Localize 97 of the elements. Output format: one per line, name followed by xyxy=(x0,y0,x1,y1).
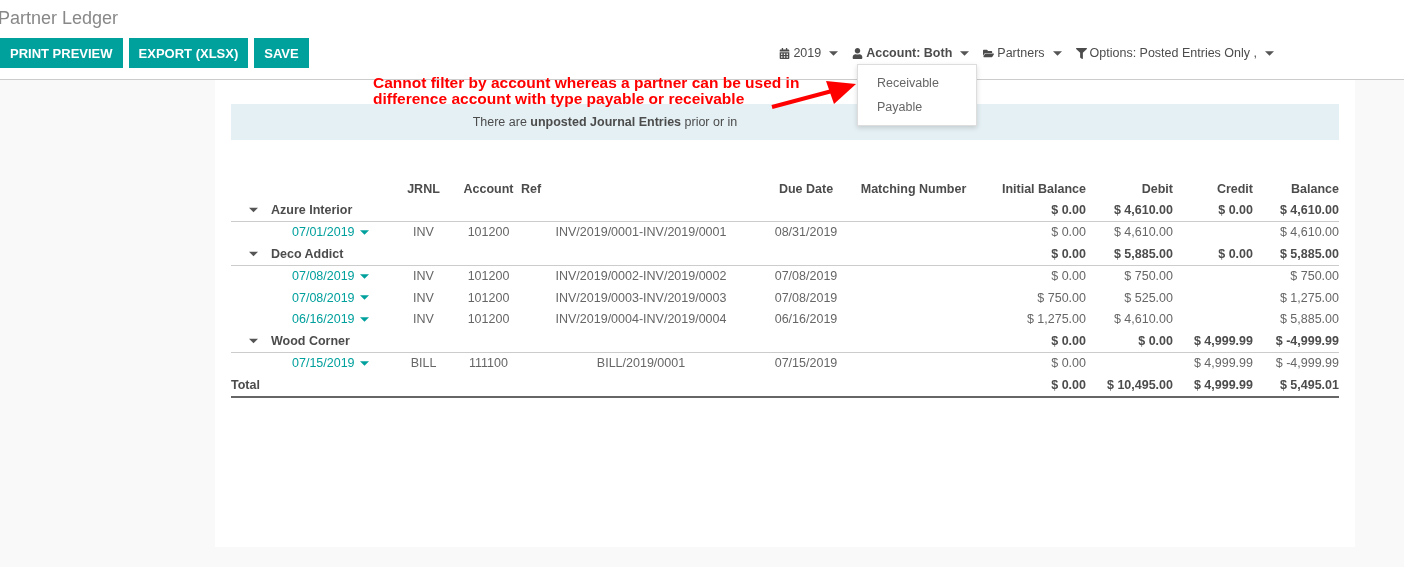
caret-icon xyxy=(359,295,369,301)
amount: $ 4,610.00 xyxy=(1113,225,1173,240)
amount: $ 0.00 xyxy=(1138,333,1173,348)
amount: $ 10,495.00 xyxy=(1106,377,1173,392)
column-header: JRNL xyxy=(407,181,440,196)
page-title: Partner Ledger xyxy=(0,7,120,30)
toolbar-button[interactable]: EXPORT (XLSX) xyxy=(128,38,249,68)
table-cell: 07/08/2019 xyxy=(774,269,838,284)
amount: $ 4,999.99 xyxy=(1193,333,1253,348)
date-link[interactable]: 07/15/2019 xyxy=(292,356,369,371)
column-header: Matching Number xyxy=(860,181,967,196)
column-header: Initial Balance xyxy=(1001,181,1086,196)
amount: $ 0.00 xyxy=(1051,202,1086,217)
amount: $ 5,885.00 xyxy=(1279,246,1339,261)
table-cell: 101200 xyxy=(467,290,510,305)
table-cell: 07/08/2019 xyxy=(774,290,838,305)
filter-dropdown[interactable]: Partners xyxy=(983,42,1062,64)
amount: $ 0.00 xyxy=(1051,333,1086,348)
amount: $ 0.00 xyxy=(1051,377,1086,392)
amount: $ 750.00 xyxy=(1290,269,1339,284)
partner-name[interactable]: Azure Interior xyxy=(271,202,353,217)
caret-icon xyxy=(829,50,839,56)
total-label: Total xyxy=(231,377,260,392)
date-link[interactable]: 07/08/2019 xyxy=(292,290,369,305)
folder-icon xyxy=(983,47,995,59)
column-header: Debit xyxy=(1141,181,1173,196)
table-cell: INV/2019/0001-INV/2019/0001 xyxy=(555,225,727,240)
menu-item[interactable]: Receivable xyxy=(858,71,976,95)
amount: $ 0.00 xyxy=(1051,356,1086,371)
caret-icon xyxy=(1052,50,1062,56)
caret-icon xyxy=(960,50,970,56)
partner-name[interactable]: Wood Corner xyxy=(271,333,350,348)
date-link[interactable]: 07/08/2019 xyxy=(292,269,369,284)
caret-down-icon[interactable] xyxy=(249,336,258,345)
table-cell: INV/2019/0002-INV/2019/0002 xyxy=(555,269,727,284)
amount: $ -4,999.99 xyxy=(1275,356,1339,371)
column-header: Credit xyxy=(1216,181,1253,196)
table-cell: INV xyxy=(413,269,434,284)
caret-icon xyxy=(1265,50,1274,56)
amount: $ 4,610.00 xyxy=(1279,225,1339,240)
table-cell: 101200 xyxy=(467,312,510,327)
filter-icon xyxy=(1075,47,1087,59)
amount: $ 1,275.00 xyxy=(1279,290,1339,305)
table-cell: 07/15/2019 xyxy=(774,356,838,371)
amount: $ 1,275.00 xyxy=(1026,312,1086,327)
caret-icon xyxy=(359,316,369,322)
caret-icon xyxy=(359,229,369,235)
caret-icon xyxy=(359,360,369,366)
annotation-text: Cannot filter by account whereas a partner can be used in difference account with type payable or receivable xyxy=(373,75,800,107)
amount: $ 4,999.99 xyxy=(1193,377,1253,392)
filter-dropdown[interactable]: Options: Posted Entries Only , xyxy=(1075,42,1274,64)
caret-down-icon[interactable] xyxy=(249,205,258,214)
amount: $ 0.00 xyxy=(1051,269,1086,284)
table-cell: INV/2019/0004-INV/2019/0004 xyxy=(555,312,727,327)
toolbar-button[interactable]: SAVE xyxy=(254,38,309,68)
amount: $ 4,610.00 xyxy=(1113,202,1173,217)
amount: $ -4,999.99 xyxy=(1275,333,1339,348)
amount: $ 5,885.00 xyxy=(1113,246,1173,261)
amount: $ 4,610.00 xyxy=(1279,202,1339,217)
amount: $ 750.00 xyxy=(1037,290,1086,305)
table-cell: BILL xyxy=(410,356,437,371)
table-cell: 08/31/2019 xyxy=(774,225,838,240)
toolbar-button[interactable]: PRINT PREVIEW xyxy=(0,38,123,68)
table-cell: BILL/2019/0001 xyxy=(596,356,686,371)
table-cell: 111100 xyxy=(469,356,508,371)
amount: $ 5,885.00 xyxy=(1279,312,1339,327)
date-link[interactable]: 06/16/2019 xyxy=(292,312,369,327)
table-cell: INV xyxy=(413,225,434,240)
date-link[interactable]: 07/01/2019 xyxy=(292,225,369,240)
filter-dropdown[interactable]: Account: Both xyxy=(852,42,970,64)
menu-item[interactable]: Payable xyxy=(858,95,976,119)
amount: $ 750.00 xyxy=(1124,269,1173,284)
amount: $ 0.00 xyxy=(1051,246,1086,261)
amount: $ 4,999.99 xyxy=(1193,356,1253,371)
caret-down-icon[interactable] xyxy=(249,249,258,258)
amount: $ 5,495.01 xyxy=(1279,377,1339,392)
amount: $ 525.00 xyxy=(1124,290,1173,305)
table-cell: 101200 xyxy=(467,225,510,240)
table-cell: 06/16/2019 xyxy=(774,312,838,327)
amount: $ 0.00 xyxy=(1051,225,1086,240)
caret-icon xyxy=(359,273,369,279)
column-header: Ref xyxy=(521,181,542,196)
filter-dropdown[interactable]: 2019 xyxy=(779,42,839,64)
table-cell: 101200 xyxy=(467,269,510,284)
column-header: Account xyxy=(463,181,514,196)
user-icon xyxy=(852,47,864,59)
partner-name[interactable]: Deco Addict xyxy=(271,246,344,261)
table-cell: INV xyxy=(413,290,434,305)
table-cell: INV xyxy=(413,312,434,327)
amount: $ 4,610.00 xyxy=(1113,312,1173,327)
amount: $ 0.00 xyxy=(1218,202,1253,217)
calendar-icon xyxy=(779,47,791,59)
column-header: Due Date xyxy=(778,181,834,196)
column-header: Balance xyxy=(1291,181,1339,196)
amount: $ 0.00 xyxy=(1218,246,1253,261)
notice-text: There are unposted Journal Entries prior or in xyxy=(472,115,738,129)
table-cell: INV/2019/0003-INV/2019/0003 xyxy=(555,290,727,305)
